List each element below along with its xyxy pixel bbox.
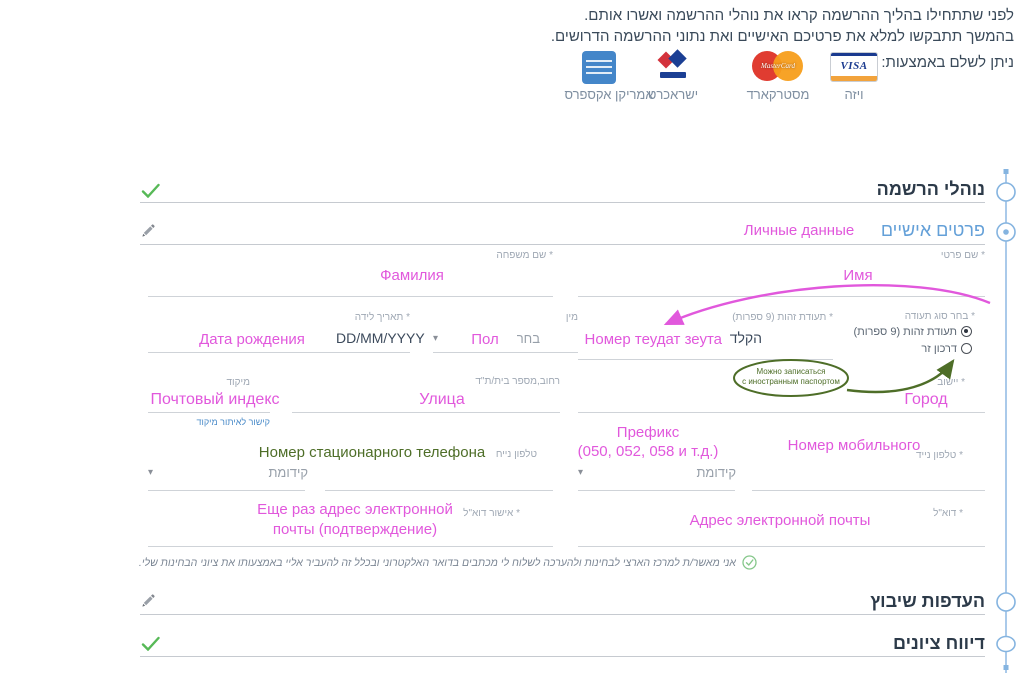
visa-card-bottom-stripe: [831, 76, 877, 81]
email-confirm-input[interactable]: [148, 546, 553, 547]
gender-dropdown-arrow-icon[interactable]: ▾: [433, 334, 438, 344]
visa-card-icon: VISA: [830, 52, 878, 82]
email-confirm-annotation-line2: почты (подтверждение): [246, 521, 464, 538]
timeline-start-dot: [1004, 169, 1009, 174]
street-label: רחוב,מספר בית/ת"ד: [440, 376, 560, 387]
section-title-procedures[interactable]: נוהלי הרשמה: [785, 179, 985, 200]
intro-text: לפני שתתחילו בהליך ההרשמה קראו את נוהלי …: [430, 5, 1014, 47]
landline-annotation: Номер стационарного телефона: [252, 444, 492, 461]
amex-text-line: [586, 66, 612, 68]
landline-number-input[interactable]: [325, 490, 553, 491]
birth-date-input-value[interactable]: DD/MM/YYYY: [336, 330, 414, 346]
id-number-annotation: Номер теудат зеута: [580, 331, 722, 348]
last-name-annotation: Фамилия: [352, 267, 472, 284]
mastercard-icon: MasterCard: [752, 50, 804, 82]
section-title-placement[interactable]: העדפות שיבוץ: [785, 591, 985, 612]
city-annotation: Город: [893, 391, 959, 409]
timeline-step-procedures[interactable]: [997, 183, 1015, 201]
doc-type-radio-id[interactable]: [961, 326, 972, 337]
first-name-annotation: Имя: [798, 267, 918, 284]
birth-date-label: * תאריך לידה: [310, 312, 410, 323]
first-name-input[interactable]: [578, 296, 985, 297]
email-confirm-annotation-line1: Еще раз адрес электронной: [246, 501, 464, 518]
intro-line-2: בהמשך תתבקשו למלא את פרטיכם האישיים ואת …: [430, 26, 1014, 47]
visa-label: ויזה: [820, 87, 888, 102]
birth-date-annotation: Дата рождения: [188, 331, 316, 348]
procedures-complete-check-icon: [141, 183, 160, 198]
mobile-label: * טלפון נייד: [893, 450, 963, 461]
timeline-step-scores[interactable]: [997, 637, 1015, 652]
landline-label: טלפון נייח: [483, 449, 537, 460]
placement-edit-pencil-icon[interactable]: [141, 593, 156, 608]
mobile-prefix-value[interactable]: קידומת: [694, 465, 736, 480]
birth-date-input[interactable]: [148, 352, 410, 353]
isracard-name-bar: [660, 72, 686, 78]
mobile-prefix-select[interactable]: [578, 490, 735, 491]
doc-type-radio-passport[interactable]: [961, 343, 972, 354]
visa-card-text: VISA: [831, 61, 877, 72]
doc-type-option-passport-label[interactable]: דרכון זר: [885, 343, 957, 355]
zip-lookup-link[interactable]: קישור לאיתור מיקוד: [180, 417, 270, 427]
timeline-step-personal-active-dot: [1003, 229, 1009, 235]
scores-complete-check-icon: [141, 636, 160, 651]
city-label: * יישוב: [905, 377, 965, 388]
timeline-end-dot: [1004, 665, 1009, 670]
personal-section-annotation: Личные данные: [735, 222, 863, 239]
gender-label: מין: [528, 312, 578, 323]
registration-page: לפני שתתחילו בהליך ההרשמה קראו את נוהלי …: [0, 0, 1024, 676]
amex-text-line: [586, 60, 612, 62]
landline-prefix-value[interactable]: קידומת: [266, 465, 308, 480]
amex-label: אמריקן אקספרס: [551, 87, 667, 102]
timeline-step-placement[interactable]: [997, 593, 1015, 611]
section-divider: [140, 244, 985, 245]
id-number-input[interactable]: [578, 359, 833, 360]
mobile-number-input[interactable]: [752, 490, 985, 491]
consent-text: אני מאשר/ת למרכז הארצי לבחינות ולהערכה ל…: [385, 557, 736, 569]
amex-icon: [582, 51, 616, 84]
passport-note-line1: Можно записаться: [733, 367, 849, 377]
id-number-input-value[interactable]: הקלד: [724, 330, 762, 346]
doc-type-option-id-label[interactable]: תעודת זהות (9 ספרות): [825, 326, 957, 338]
amex-text-line: [586, 72, 612, 74]
passport-note-line2: с иностранным паспортом: [733, 377, 849, 387]
passport-note: Можно записаться с иностранным паспортом: [733, 367, 849, 387]
section-divider: [140, 202, 985, 203]
section-divider: [140, 614, 985, 615]
mobile-prefix-annotation-line2: (050, 052, 058 и т.д.): [570, 443, 726, 460]
zip-label: מיקוד: [200, 377, 250, 388]
visa-card-top-stripe: [831, 53, 877, 56]
isracard-icon: [653, 50, 693, 82]
mobile-prefix-annotation-line1: Префикс: [597, 424, 699, 441]
section-divider: [140, 656, 985, 657]
section-title-scores[interactable]: דיווח ציונים: [785, 633, 985, 654]
gender-annotation: Пол: [462, 331, 508, 348]
first-name-label: * שם פרטי: [885, 250, 985, 261]
zip-annotation: Почтовый индекс: [146, 391, 284, 409]
personal-edit-pencil-icon[interactable]: [141, 223, 156, 238]
street-input[interactable]: [292, 412, 560, 413]
email-input[interactable]: [578, 546, 985, 547]
mobile-prefix-dropdown-arrow-icon[interactable]: ▾: [578, 468, 583, 478]
doc-type-label: * בחר סוג תעודה: [845, 311, 975, 322]
last-name-input[interactable]: [148, 296, 553, 297]
isracard-blue-diamond: [668, 49, 686, 67]
mastercard-label: מסטרקארד: [736, 87, 820, 102]
consent-checkbox[interactable]: [742, 555, 757, 570]
mastercard-text: MasterCard: [752, 62, 804, 70]
progress-timeline: [992, 162, 1020, 676]
email-label: * דוא"ל: [903, 508, 963, 519]
zip-input[interactable]: [148, 412, 270, 413]
landline-prefix-dropdown-arrow-icon[interactable]: ▾: [148, 468, 153, 478]
intro-line-1: לפני שתתחילו בהליך ההרשמה קראו את נוהלי …: [430, 5, 1014, 26]
last-name-label: * שם משפחה: [453, 250, 553, 261]
gender-select[interactable]: [433, 352, 578, 353]
landline-prefix-select[interactable]: [148, 490, 305, 491]
city-input[interactable]: [578, 412, 985, 413]
street-annotation: Улица: [393, 391, 491, 409]
payment-methods-label: ניתן לשלם באמצעות:: [880, 54, 1014, 71]
email-annotation: Адрес электронной почты: [680, 512, 880, 529]
id-number-label: * תעודת זהות (9 ספרות): [693, 312, 833, 323]
